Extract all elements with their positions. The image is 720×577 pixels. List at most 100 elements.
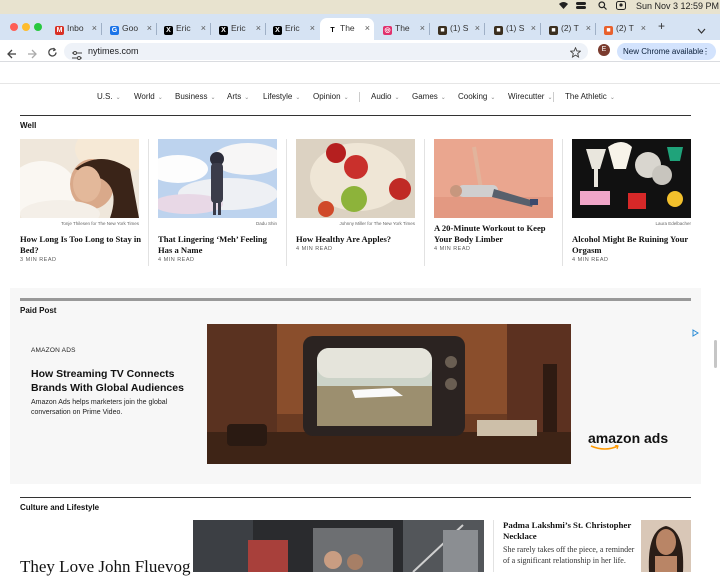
- padma-portrait-image[interactable]: [641, 520, 691, 572]
- nav-separator: [553, 92, 554, 102]
- nav-item-label: World: [134, 92, 155, 101]
- forward-arrow-icon[interactable]: [27, 46, 37, 64]
- browser-tab[interactable]: ■ (1) S ×: [430, 18, 484, 40]
- site-icon: ■: [438, 26, 447, 35]
- profile-avatar[interactable]: E: [598, 44, 610, 56]
- browser-tab[interactable]: ■ (2) T ×: [541, 18, 595, 40]
- browser-tab[interactable]: M Inbo ×: [47, 18, 101, 40]
- side-headline[interactable]: Padma Lakshmi’s St. Christopher Necklace: [503, 520, 635, 542]
- new-tab-button[interactable]: +: [658, 19, 665, 33]
- nav-item[interactable]: Audio ⌄: [371, 92, 400, 101]
- headline-link[interactable]: Alcohol Might Be Ruining Your Orgasm: [572, 234, 697, 256]
- close-tab-icon[interactable]: ×: [531, 23, 536, 33]
- bed-woman-image[interactable]: [20, 139, 139, 218]
- more-menu-icon[interactable]: ⋮: [702, 47, 710, 56]
- section-label-culture[interactable]: Culture and Lifestyle: [20, 503, 99, 512]
- tab-search-chevron-icon[interactable]: [697, 21, 706, 39]
- zoom-window-button[interactable]: [34, 23, 42, 31]
- nav-item-label: The Athletic: [565, 92, 607, 101]
- nav-item[interactable]: World ⌄: [134, 92, 163, 101]
- close-tab-icon[interactable]: ×: [420, 23, 425, 33]
- headline-link[interactable]: How Healthy Are Apples?: [296, 234, 421, 245]
- browser-tab[interactable]: ■ (2) T ×: [596, 18, 650, 40]
- browser-tab[interactable]: T The ×: [320, 18, 374, 40]
- section-label-well[interactable]: Well: [20, 121, 36, 130]
- close-tab-icon[interactable]: ×: [147, 23, 152, 33]
- alcohol-illustration-image[interactable]: [572, 139, 691, 218]
- close-tab-icon[interactable]: ×: [201, 23, 206, 33]
- close-tab-icon[interactable]: ×: [92, 23, 97, 33]
- browser-tab[interactable]: G Goo ×: [102, 18, 156, 40]
- nav-item-label: Audio: [371, 92, 392, 101]
- nav-item[interactable]: Business ⌄: [175, 92, 216, 101]
- wifi-icon[interactable]: [558, 1, 569, 12]
- browser-tab[interactable]: X Eric ×: [156, 18, 210, 40]
- close-window-button[interactable]: [10, 23, 18, 31]
- image-credit: Dadu Shin: [255, 221, 277, 226]
- advertiser-name[interactable]: AMAZON ADS: [31, 347, 76, 354]
- menubar-clock[interactable]: Sun Nov 3 12:59 PM: [636, 1, 719, 11]
- lead-headline[interactable]: They Love John Fluevog: [20, 557, 190, 577]
- adchoices-icon[interactable]: [692, 324, 699, 342]
- amazon-ads-logo[interactable]: amazon ads: [588, 430, 668, 450]
- close-tab-icon[interactable]: ×: [641, 23, 646, 33]
- nav-item[interactable]: Opinion ⌄: [313, 92, 349, 101]
- image-credit: Tonje Thilesen for The New York Times: [61, 221, 139, 226]
- new-chrome-available-button[interactable]: New Chrome available ⋮: [617, 43, 716, 60]
- headline-link[interactable]: How Long Is Too Long to Stay in Bed?: [20, 234, 145, 256]
- browser-tab[interactable]: X Eric ×: [265, 18, 319, 40]
- nav-item[interactable]: Arts ⌄: [227, 92, 249, 101]
- bookmark-star-icon[interactable]: [569, 45, 582, 63]
- minimize-window-button[interactable]: [22, 23, 30, 31]
- paid-post-body: Amazon Ads helps marketers join the glob…: [31, 399, 168, 416]
- close-tab-icon[interactable]: ×: [310, 23, 315, 33]
- chevron-down-icon: ⌄: [210, 95, 216, 101]
- close-tab-icon[interactable]: ×: [475, 23, 480, 33]
- nav-item[interactable]: Wirecutter ⌄: [508, 92, 552, 101]
- reload-icon[interactable]: [47, 45, 58, 63]
- tab-title: Eric: [176, 23, 191, 33]
- google-icon: G: [110, 26, 119, 35]
- browser-tab-strip: M Inbo × G Goo × X Eric × X Eric × X Eric × T The × ◎ The × ■…: [0, 14, 720, 40]
- nav-item[interactable]: Games ⌄: [412, 92, 446, 101]
- chevron-down-icon: ⌄: [609, 95, 615, 101]
- address-bar[interactable]: nytimes.com: [64, 43, 588, 60]
- apples-image[interactable]: [296, 139, 415, 218]
- nav-item-label: U.S.: [97, 92, 113, 101]
- stretch-workout-image[interactable]: [434, 139, 553, 218]
- search-icon[interactable]: [598, 1, 607, 12]
- nav-item-label: Games: [412, 92, 438, 101]
- card-divider: [424, 139, 425, 266]
- retro-tv-ad-image[interactable]: [207, 324, 571, 464]
- card-divider: [562, 139, 563, 266]
- fluevog-store-image[interactable]: [193, 520, 484, 572]
- close-tab-icon[interactable]: ×: [256, 23, 261, 33]
- control-center-icon[interactable]: [576, 1, 586, 12]
- headline-link[interactable]: That Lingering ‘Meh’ Feeling Has a Name: [158, 234, 283, 256]
- new-chrome-label: New Chrome available: [623, 47, 704, 56]
- well-rule: [20, 115, 691, 116]
- paid-post-container: Paid Post AMAZON ADS How Streaming TV Co…: [10, 288, 701, 484]
- back-arrow-icon[interactable]: [7, 46, 17, 64]
- page-scrollbar-thumb[interactable]: [714, 340, 717, 368]
- tab-title: (2) T: [561, 23, 579, 33]
- browser-tab[interactable]: ■ (1) S ×: [486, 18, 540, 40]
- instagram-icon: ◎: [383, 26, 392, 35]
- nav-item[interactable]: Lifestyle ⌄: [263, 92, 300, 101]
- browser-tab[interactable]: ◎ The ×: [375, 18, 429, 40]
- nav-item[interactable]: The Athletic ⌄: [565, 92, 615, 101]
- site-settings-icon[interactable]: [72, 47, 82, 65]
- read-time: 4 MIN READ: [572, 257, 609, 263]
- nav-item[interactable]: Cooking ⌄: [458, 92, 495, 101]
- clouds-figure-image[interactable]: [158, 139, 277, 218]
- chevron-down-icon: ⌄: [440, 95, 446, 101]
- close-tab-icon[interactable]: ×: [586, 23, 591, 33]
- paid-post-headline[interactable]: How Streaming TV Connects Brands With Gl…: [31, 367, 191, 395]
- read-time: 4 MIN READ: [434, 246, 471, 252]
- url-text[interactable]: nytimes.com: [88, 46, 139, 56]
- nav-item[interactable]: U.S. ⌄: [97, 92, 121, 101]
- headline-link[interactable]: A 20-Minute Workout to Keep Your Body Li…: [434, 223, 559, 245]
- browser-tab[interactable]: X Eric ×: [211, 18, 265, 40]
- close-tab-icon[interactable]: ×: [365, 23, 370, 33]
- user-switch-icon[interactable]: [616, 1, 626, 12]
